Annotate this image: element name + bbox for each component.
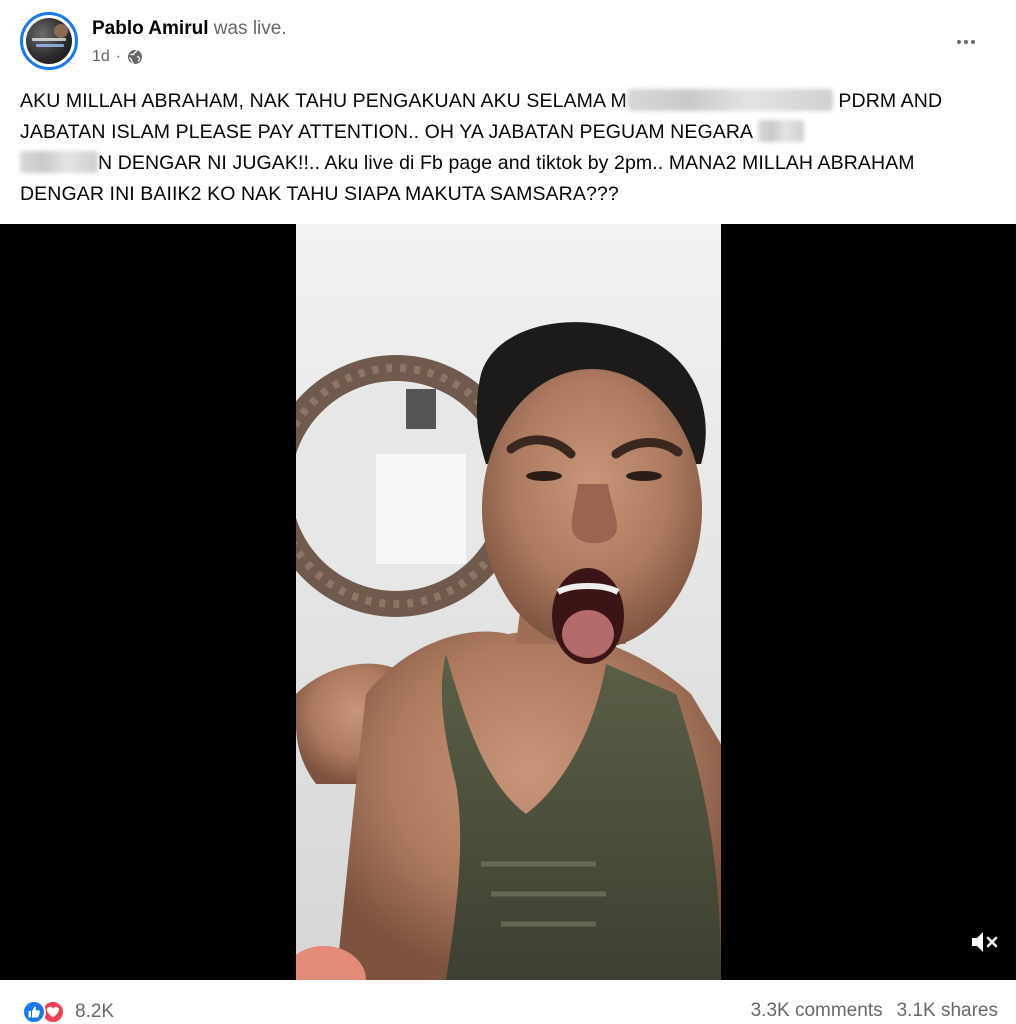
author-name-link[interactable]: Pablo Amirul xyxy=(92,18,208,39)
reaction-count[interactable]: 8.2K xyxy=(75,1001,114,1023)
globe-icon[interactable] xyxy=(127,49,143,65)
more-options-button[interactable] xyxy=(948,24,984,60)
video-frame[interactable] xyxy=(296,224,721,980)
avatar-image xyxy=(26,18,72,64)
post-footer: 8.2K 3.3K comments 3.1K shares xyxy=(0,980,1016,1024)
meta-separator: · xyxy=(115,48,122,65)
post-action-text: was live. xyxy=(213,18,287,39)
redacted-text xyxy=(20,151,98,173)
author-avatar[interactable] xyxy=(20,12,78,70)
more-horizontal-icon xyxy=(957,40,961,44)
live-video-player[interactable] xyxy=(0,224,1016,980)
video-still-image xyxy=(296,224,721,980)
comments-count-link[interactable]: 3.3K comments xyxy=(751,1000,883,1022)
shares-count-link[interactable]: 3.1K shares xyxy=(897,1000,998,1022)
post-meta: 1d · xyxy=(92,48,143,66)
volume-muted-icon xyxy=(972,932,998,952)
post-author-line: Pablo Amirul was live. xyxy=(92,18,287,40)
engagement-counts: 3.3K comments 3.1K shares xyxy=(751,1000,998,1022)
post-text-part-3: N DENGAR NI JUGAK!!.. Aku live di Fb pag… xyxy=(20,152,915,205)
post-header: Pablo Amirul was live. 1d · xyxy=(20,10,996,72)
post-timestamp[interactable]: 1d xyxy=(92,48,110,66)
post-text-part-1: AKU MILLAH ABRAHAM, NAK TAHU PENGAKUAN A… xyxy=(20,90,627,112)
like-icon xyxy=(22,1000,46,1024)
reactions-summary[interactable]: 8.2K xyxy=(22,1000,114,1024)
redacted-text xyxy=(757,120,804,142)
post-text: AKU MILLAH ABRAHAM, NAK TAHU PENGAKUAN A… xyxy=(20,86,996,210)
mute-toggle-button[interactable] xyxy=(966,924,1002,960)
redacted-text xyxy=(626,89,833,111)
